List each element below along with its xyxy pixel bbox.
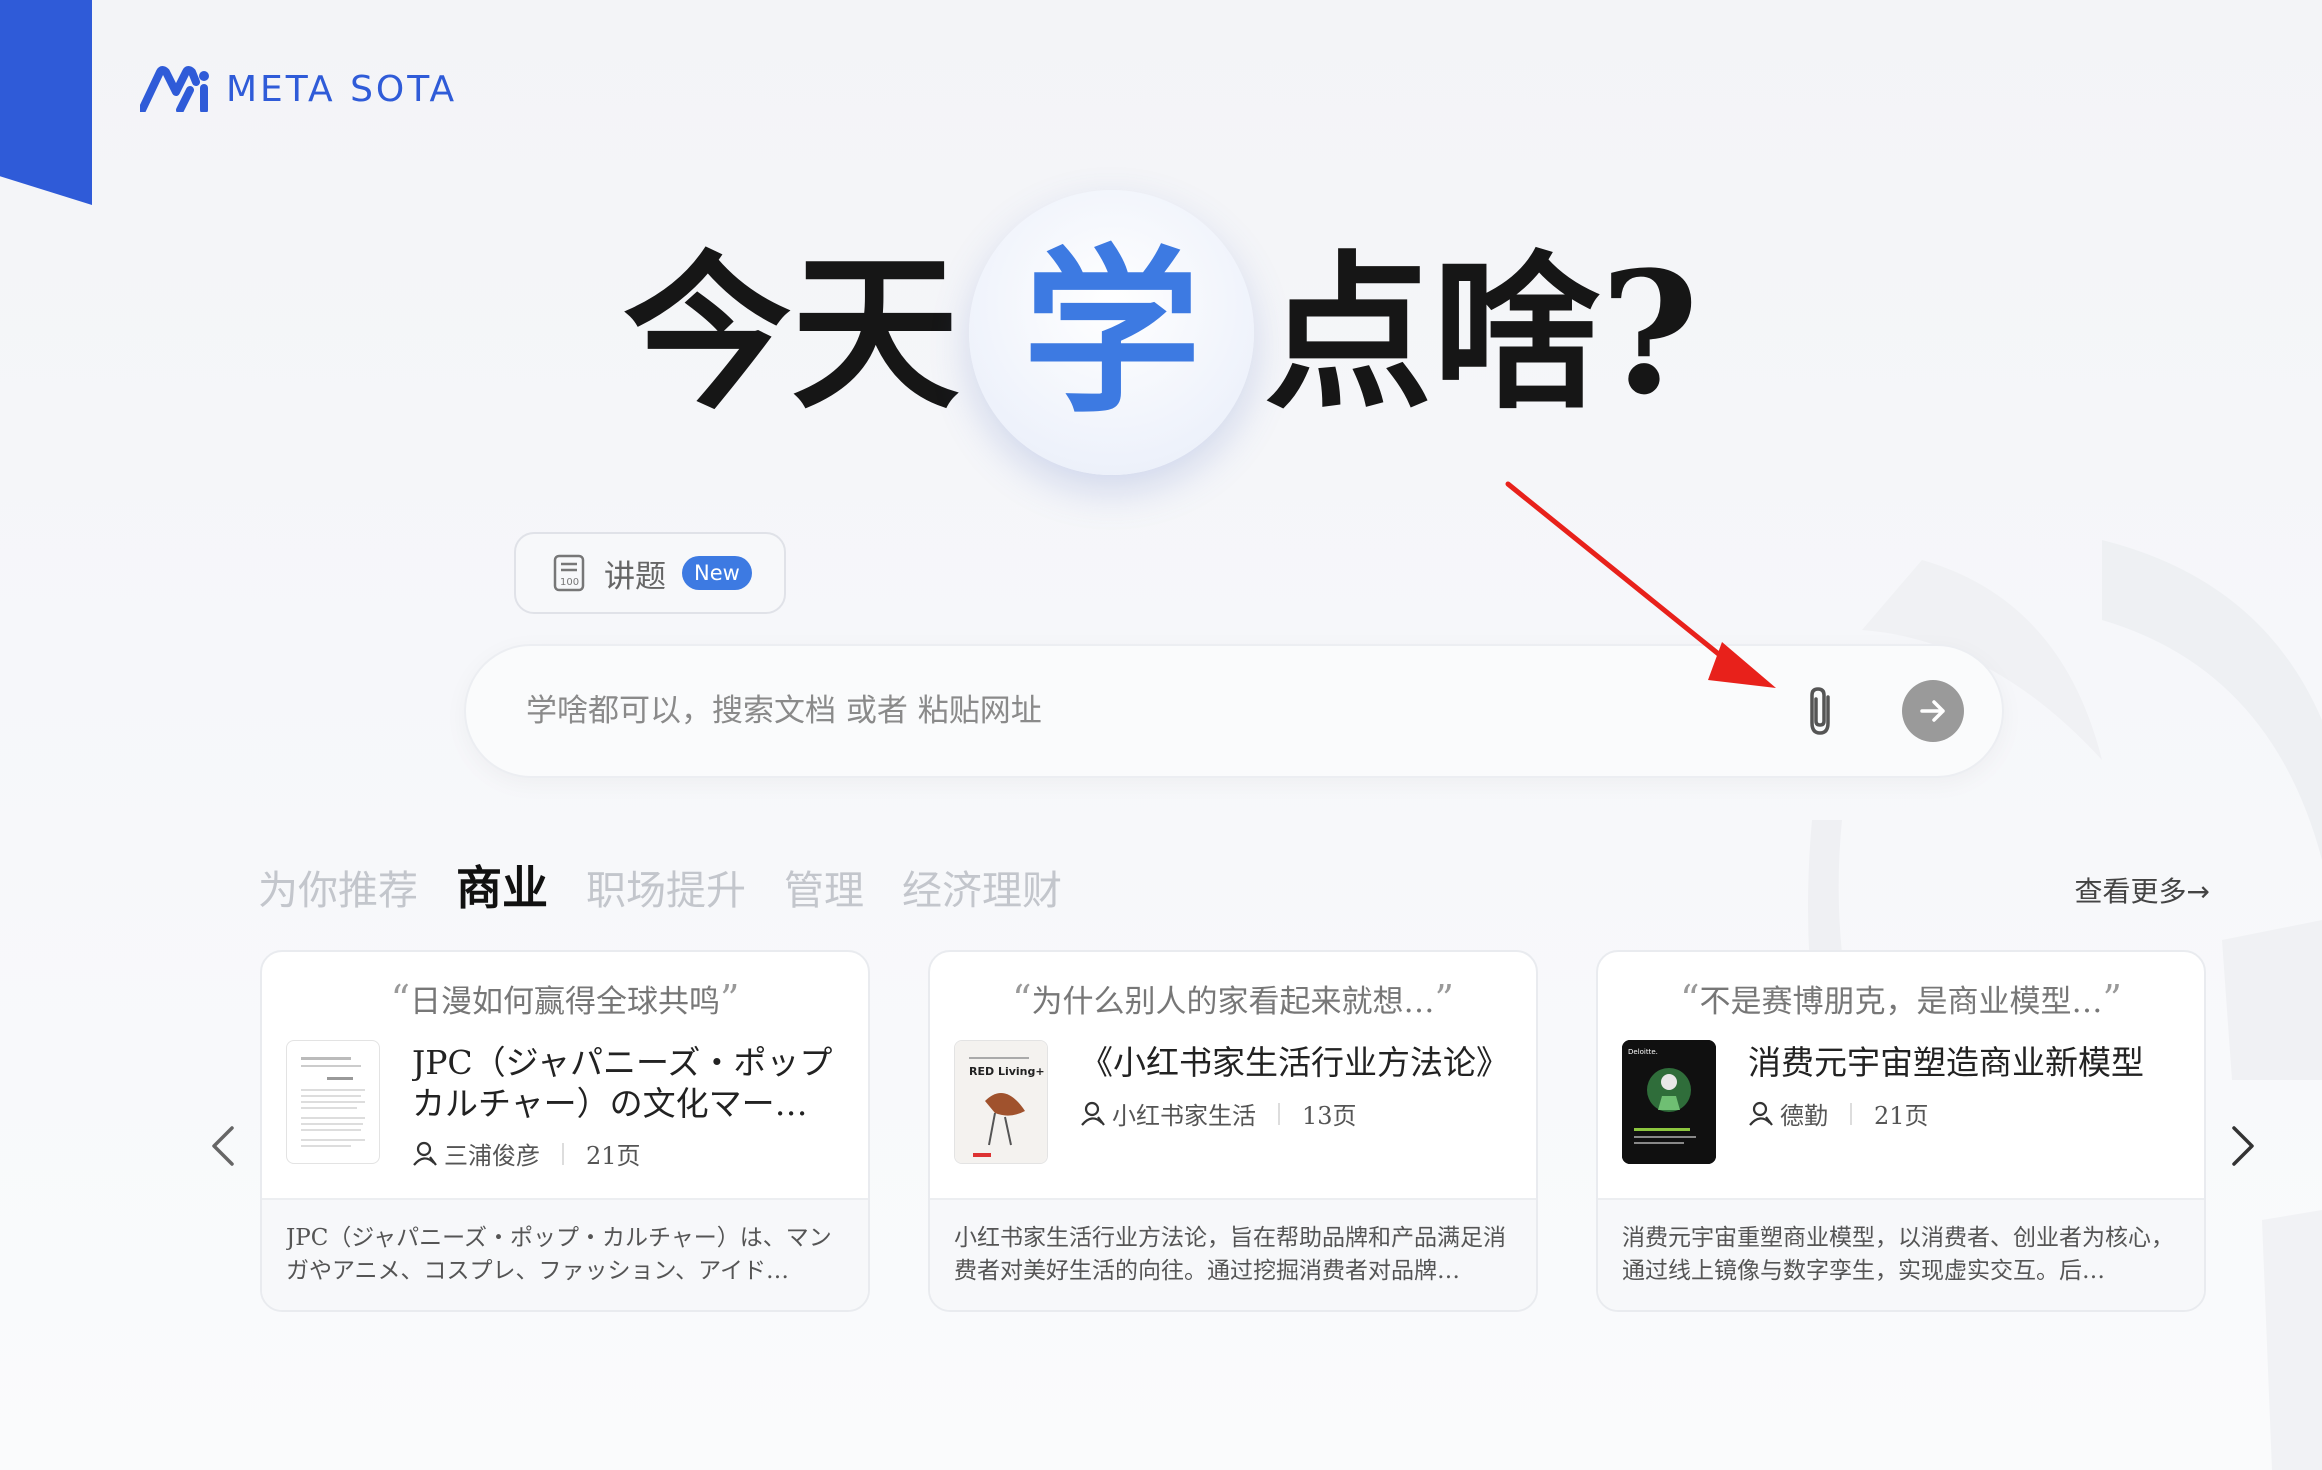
see-more-link[interactable]: 查看更多→ xyxy=(2075,870,2210,910)
card-author: 小红书家生活 xyxy=(1112,1102,1256,1130)
brand-accent-bar xyxy=(0,0,92,205)
document-card[interactable]: “不是赛博朋克，是商业模型…” Deloitte. 消费元宇宙塑造商业新模型 德… xyxy=(1596,950,2206,1312)
card-title: 《小红书家生活行业方法论》 xyxy=(1080,1043,1509,1082)
card-pages: 21页 xyxy=(1874,1102,1929,1130)
author-icon xyxy=(1749,1101,1773,1126)
meta-divider xyxy=(1850,1102,1852,1125)
document-card-list: “日漫如何赢得全球共鸣” JPC（ジャパニーズ・ポップカルチャー）の文化マー 三… xyxy=(260,950,2206,1312)
meta-divider xyxy=(1278,1102,1280,1125)
chevron-left-icon[interactable] xyxy=(208,1124,238,1168)
meta-sota-logo-icon xyxy=(140,66,209,112)
card-pages: 21页 xyxy=(586,1142,641,1170)
meta-divider xyxy=(562,1142,564,1165)
document-card[interactable]: “日漫如何赢得全球共鸣” JPC（ジャパニーズ・ポップカルチャー）の文化マー 三… xyxy=(260,950,870,1312)
card-author: 三浦俊彦 xyxy=(444,1142,540,1170)
author-icon xyxy=(413,1141,437,1166)
svg-text:RED Living+: RED Living+ xyxy=(969,1065,1045,1078)
search-bar xyxy=(464,644,2004,778)
card-title: JPC（ジャパニーズ・ポップカルチャー）の文化マーケ… xyxy=(412,1043,833,1124)
logo[interactable]: META SOTA xyxy=(140,66,457,112)
brand-name: META SOTA xyxy=(226,68,458,110)
card-question: “不是赛博朋克，是商业模型…” xyxy=(1680,977,2122,1021)
explain-question-label: 讲题 xyxy=(604,558,666,595)
tab-recommended[interactable]: 为你推荐 xyxy=(258,858,418,916)
tab-business[interactable]: 商业 xyxy=(456,852,548,918)
hero-highlight-text: 学 xyxy=(1022,227,1201,437)
card-question: “日漫如何赢得全球共鸣” xyxy=(390,977,740,1021)
category-tabs: 为你推荐 商业 职场提升 管理 经济理财 xyxy=(258,852,1062,918)
tab-career[interactable]: 职场提升 xyxy=(586,858,746,916)
tab-management[interactable]: 管理 xyxy=(784,858,864,916)
hero-heading: 今天 学 点啥? xyxy=(0,190,2322,475)
hero-text-after: 点啥? xyxy=(1264,233,1699,432)
chevron-right-icon[interactable] xyxy=(2228,1124,2258,1168)
card-meta: 三浦俊彦 21页 xyxy=(412,1136,641,1171)
card-description: 小红书家生活行业方法论，旨在帮助品牌和产品满足消费者对美好生活的向往。通过挖掘消… xyxy=(930,1198,1536,1310)
document-thumbnail xyxy=(286,1040,380,1164)
card-description: 消费元宇宙重塑商业模型，以消费者、创业者为核心，通过线上镜像与数字孪生，实现虚实… xyxy=(1598,1198,2204,1310)
tab-finance[interactable]: 经济理财 xyxy=(902,858,1062,916)
svg-text:100: 100 xyxy=(560,577,579,588)
author-icon xyxy=(1081,1101,1105,1126)
submit-button[interactable] xyxy=(1902,680,1964,742)
card-description: JPC（ジャパニーズ・ポップ・カルチャー）は、マンガやアニメ、コスプレ、ファッシ… xyxy=(262,1198,868,1310)
document-card[interactable]: “为什么别人的家看起来就想…” RED Living+ 《小红书家生活行业方法论… xyxy=(928,950,1538,1312)
card-meta: 小红书家生活 13页 xyxy=(1080,1096,1357,1131)
notebook-icon: 100 xyxy=(553,554,585,592)
hero-highlight-circle: 学 xyxy=(969,190,1255,475)
card-author: 德勤 xyxy=(1780,1102,1828,1130)
card-pages: 13页 xyxy=(1302,1102,1357,1130)
explain-question-tab[interactable]: 100 讲题 New xyxy=(514,532,786,614)
card-question: “为什么别人的家看起来就想…” xyxy=(1012,977,1454,1021)
svg-text:Deloitte.: Deloitte. xyxy=(1628,1048,1658,1056)
search-input[interactable] xyxy=(526,693,1800,729)
new-badge: New xyxy=(682,556,752,590)
document-thumbnail: RED Living+ xyxy=(954,1040,1048,1164)
paperclip-icon[interactable] xyxy=(1800,683,1840,739)
card-title: 消费元宇宙塑造商业新模型 xyxy=(1748,1043,2144,1082)
card-meta: 德勤 21页 xyxy=(1748,1096,1929,1131)
arrow-right-icon xyxy=(1920,700,1945,722)
document-thumbnail: Deloitte. xyxy=(1622,1040,1716,1164)
hero-text-before: 今天 xyxy=(623,233,960,432)
